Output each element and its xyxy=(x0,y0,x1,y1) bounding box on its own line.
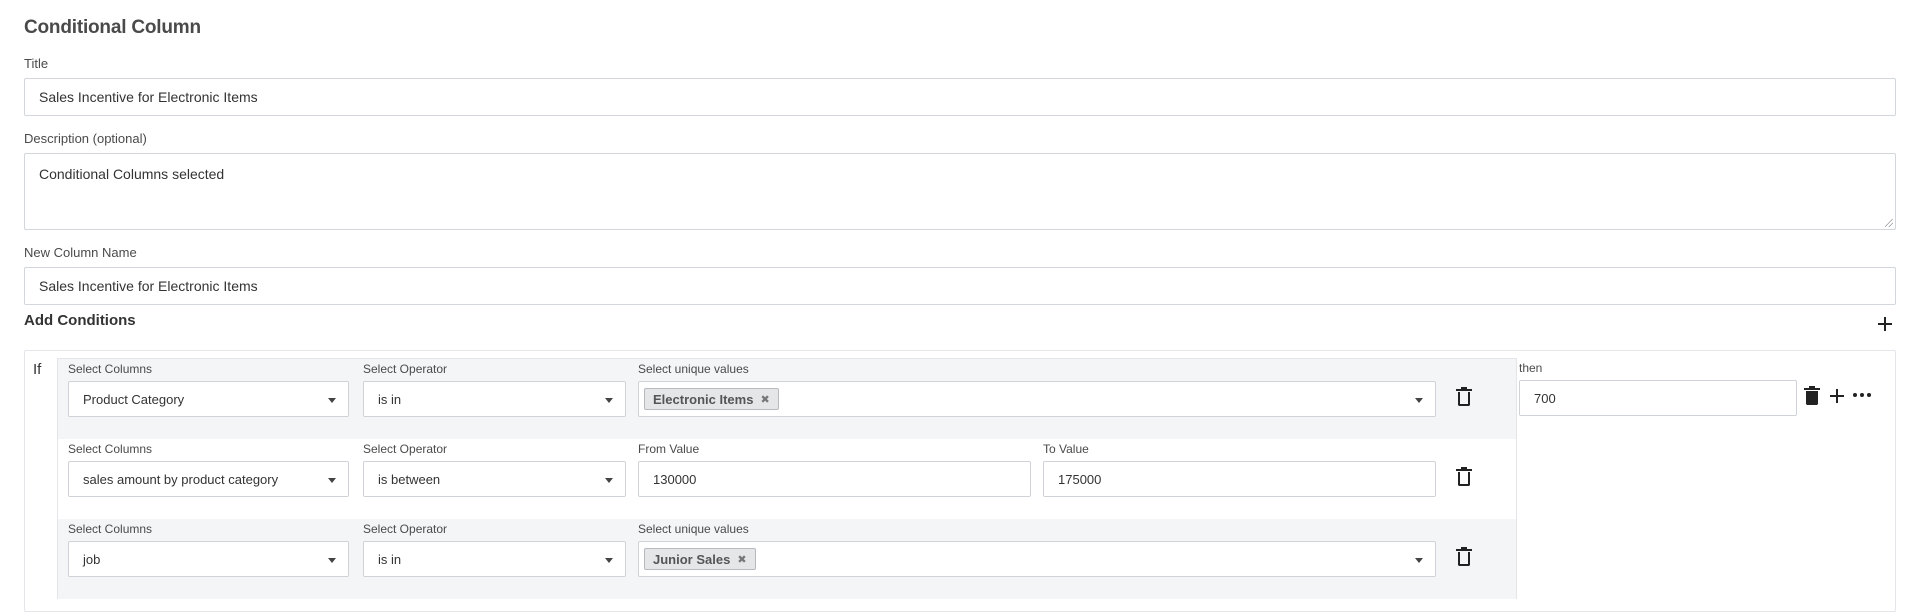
rule2-delete-icon[interactable] xyxy=(1456,467,1472,487)
new-column-name-label: New Column Name xyxy=(24,245,137,260)
caret-down-icon xyxy=(328,478,336,483)
rule1-chip-label: Electronic Items xyxy=(653,391,754,407)
rule3-delete-icon[interactable] xyxy=(1456,547,1472,567)
rule2-to-value: 175000 xyxy=(1058,471,1102,487)
rule-row-3: Select Columns job Select Operator is in… xyxy=(58,519,1516,599)
rule2-to-label: To Value xyxy=(1043,442,1089,456)
rule1-values-select[interactable]: Electronic Items ✖ xyxy=(638,381,1436,417)
rule2-from-value: 130000 xyxy=(653,471,697,487)
rule3-column-value: job xyxy=(83,551,101,567)
conditional-column-page: Conditional Column Title Sales Incentive… xyxy=(0,0,1919,616)
rule1-operator-label: Select Operator xyxy=(363,362,448,376)
rule1-column-select[interactable]: Product Category xyxy=(68,381,349,417)
rule1-column-value: Product Category xyxy=(83,391,185,407)
rule-row-1: Select Columns Product Category Select O… xyxy=(58,359,1516,439)
caret-down-icon xyxy=(605,478,613,483)
description-label: Description (optional) xyxy=(24,131,147,146)
page-title: Conditional Column xyxy=(24,17,201,38)
rule2-operator-select[interactable]: is between xyxy=(363,461,626,497)
chip-remove-icon[interactable]: ✖ xyxy=(760,393,769,406)
title-label: Title xyxy=(24,56,49,71)
rule2-column-select[interactable]: sales amount by product category xyxy=(68,461,349,497)
rule3-values-label: Select unique values xyxy=(638,522,749,536)
if-label: If xyxy=(33,361,42,378)
chip-remove-icon[interactable]: ✖ xyxy=(737,553,746,566)
caret-down-icon xyxy=(1415,558,1423,563)
new-column-name-input[interactable]: Sales Incentive for Electronic Items xyxy=(24,267,1896,305)
rule2-from-input[interactable]: 130000 xyxy=(638,461,1031,497)
rule2-to-input[interactable]: 175000 xyxy=(1043,461,1436,497)
delete-condition-icon[interactable] xyxy=(1804,386,1820,406)
add-condition-plus-icon[interactable] xyxy=(1876,315,1894,333)
rule1-operator-select[interactable]: is in xyxy=(363,381,626,417)
rule3-operator-label: Select Operator xyxy=(363,522,448,536)
add-conditions-title: Add Conditions xyxy=(24,312,136,329)
caret-down-icon xyxy=(328,558,336,563)
rule3-chip-label: Junior Sales xyxy=(653,551,731,567)
resize-handle-icon[interactable] xyxy=(1885,219,1893,227)
rules-group: Select Columns Product Category Select O… xyxy=(57,358,1517,599)
rule3-column-label: Select Columns xyxy=(68,522,153,536)
rule-row-2: Select Columns sales amount by product c… xyxy=(58,439,1516,519)
rule2-operator-label: Select Operator xyxy=(363,442,448,456)
caret-down-icon xyxy=(605,398,613,403)
rule2-operator-value: is between xyxy=(378,471,441,487)
rule3-column-select[interactable]: job xyxy=(68,541,349,577)
rule1-value-chip: Electronic Items ✖ xyxy=(644,388,779,410)
then-value: 700 xyxy=(1534,390,1556,406)
rule2-column-value: sales amount by product category xyxy=(83,471,279,487)
title-input[interactable]: Sales Incentive for Electronic Items xyxy=(24,78,1896,116)
rule3-values-select[interactable]: Junior Sales ✖ xyxy=(638,541,1436,577)
rule1-column-label: Select Columns xyxy=(68,362,153,376)
rule3-operator-select[interactable]: is in xyxy=(363,541,626,577)
new-column-name-value: Sales Incentive for Electronic Items xyxy=(39,278,258,294)
rule2-from-label: From Value xyxy=(638,442,700,456)
caret-down-icon xyxy=(605,558,613,563)
then-value-input[interactable]: 700 xyxy=(1519,380,1797,416)
caret-down-icon xyxy=(1415,398,1423,403)
rule2-column-label: Select Columns xyxy=(68,442,153,456)
then-label: then xyxy=(1519,361,1543,375)
more-options-icon[interactable] xyxy=(1853,393,1871,399)
rule1-delete-icon[interactable] xyxy=(1456,387,1472,407)
title-input-value: Sales Incentive for Electronic Items xyxy=(39,89,258,105)
description-textarea-value: Conditional Columns selected xyxy=(39,166,225,182)
description-textarea[interactable]: Conditional Columns selected xyxy=(24,153,1896,230)
rule1-values-label: Select unique values xyxy=(638,362,749,376)
rule3-value-chip: Junior Sales ✖ xyxy=(644,548,756,570)
add-rule-plus-icon[interactable] xyxy=(1829,388,1845,404)
caret-down-icon xyxy=(328,398,336,403)
rule3-operator-value: is in xyxy=(378,551,402,567)
rule1-operator-value: is in xyxy=(378,391,402,407)
